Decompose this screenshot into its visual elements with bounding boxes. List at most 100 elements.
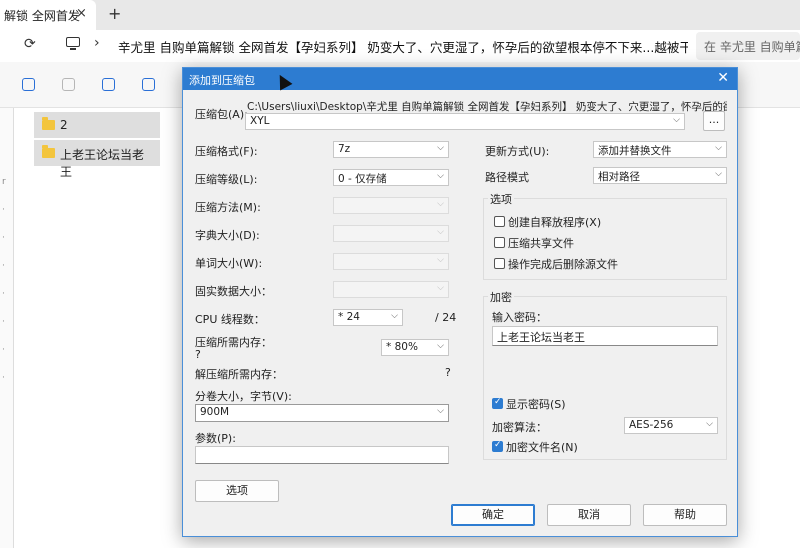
solid-select[interactable]: ⌵: [333, 281, 449, 298]
chevron-down-icon: ⌵: [437, 199, 444, 209]
chevron-down-icon: ⌵: [715, 169, 722, 179]
shared-label: 压缩共享文件: [508, 237, 574, 250]
decomp-value: ?: [445, 366, 451, 379]
encrypt-names-checkbox[interactable]: [492, 440, 503, 452]
method-label: 压缩方法(M):: [195, 201, 261, 214]
password-input[interactable]: 上老王论坛当老王: [492, 326, 718, 346]
algo-select[interactable]: AES-256 ⌵: [624, 417, 718, 434]
list-item[interactable]: 上老王论坛当老王: [34, 140, 160, 179]
params-input[interactable]: [195, 446, 449, 464]
show-password-label: 显示密码(S): [506, 398, 566, 411]
dialog-titlebar[interactable]: 添加到压缩包 ✕: [183, 68, 737, 90]
cpu-total: / 24: [435, 311, 457, 324]
chevron-down-icon: ⌵: [437, 227, 444, 237]
show-password-checkbox[interactable]: [492, 397, 503, 409]
algo-label: 加密算法：: [492, 421, 547, 434]
format-value: 7z: [338, 143, 351, 155]
browse-button[interactable]: ...: [703, 111, 725, 131]
new-tab-button[interactable]: +: [108, 4, 121, 23]
options-group: 选项 创建自释放程序(X) 压缩共享文件 操作完成后删除源文件: [483, 191, 727, 280]
chevron-down-icon: ⌵: [437, 406, 444, 416]
path-label: 路径模式: [485, 171, 529, 184]
list-item[interactable]: 2: [34, 112, 160, 138]
refresh-icon[interactable]: ⟳: [24, 36, 36, 52]
update-label: 更新方式(U):: [485, 145, 550, 158]
method-select[interactable]: ⌵: [333, 197, 449, 214]
monitor-icon[interactable]: [66, 37, 80, 50]
mem-question: ?: [195, 348, 201, 361]
archive-name-value: XYL: [250, 115, 270, 127]
encrypt-names-label: 加密文件名(N): [506, 441, 578, 454]
file-name: 2: [60, 118, 68, 132]
cpu-value: * 24: [338, 311, 360, 323]
add-to-archive-dialog: 添加到压缩包 ✕ 压缩包(A): C:\Users\liuxi\Desktop\…: [182, 67, 738, 537]
solid-label: 固实数据大小：: [195, 285, 272, 298]
ok-button[interactable]: 确定: [451, 504, 535, 526]
level-label: 压缩等级(L):: [195, 173, 258, 186]
archive-label: 压缩包(A):: [195, 108, 248, 121]
mem-label: 压缩所需内存：: [195, 336, 272, 349]
chevron-down-icon: ⌵: [437, 171, 444, 181]
split-value: 900M: [200, 406, 230, 418]
rename-icon[interactable]: [102, 78, 115, 91]
tab-bar: 解锁 全网首发 × +: [0, 0, 800, 30]
options-button[interactable]: 选项: [195, 480, 279, 502]
split-select[interactable]: 900M ⌵: [195, 404, 449, 422]
share-icon[interactable]: [142, 78, 155, 91]
address-text[interactable]: 辛尤里 自购单篇解锁 全网首发【孕妇系列】 奶变大了、穴更湿了，怀孕后的欲望根本…: [118, 37, 688, 56]
mem-select[interactable]: * 80% ⌵: [381, 339, 449, 356]
path-select[interactable]: 相对路径 ⌵: [593, 167, 727, 184]
path-value: 相对路径: [598, 171, 640, 183]
mem-value: * 80%: [386, 341, 418, 353]
copy-icon[interactable]: [22, 78, 35, 91]
word-label: 单词大小(W):: [195, 257, 263, 270]
params-label: 参数(P):: [195, 432, 236, 445]
level-select[interactable]: 0 - 仅存储 ⌵: [333, 169, 449, 186]
delete-label: 操作完成后删除源文件: [508, 258, 618, 271]
archive-path: C:\Users\liuxi\Desktop\辛尤里 自购单篇解锁 全网首发【孕…: [247, 101, 727, 113]
chevron-down-icon: ⌵: [437, 341, 444, 351]
options-group-title: 选项: [488, 191, 514, 207]
update-select[interactable]: 添加并替换文件 ⌵: [593, 141, 727, 158]
algo-value: AES-256: [629, 419, 674, 431]
encryption-group-title: 加密: [488, 289, 514, 305]
file-name: 上老王论坛当老王: [60, 148, 145, 179]
chevron-down-icon: ⌵: [706, 419, 713, 429]
paste-icon[interactable]: [62, 78, 75, 91]
chevron-right-icon: ›: [94, 35, 100, 51]
close-tab-icon[interactable]: ×: [76, 6, 87, 21]
cancel-button[interactable]: 取消: [547, 504, 631, 526]
archive-name-input[interactable]: XYL ⌵: [245, 113, 685, 130]
cpu-label: CPU 线程数：: [195, 313, 265, 326]
help-button[interactable]: 帮助: [643, 504, 727, 526]
shared-checkbox[interactable]: [494, 237, 505, 248]
split-label: 分卷大小，字节(V):: [195, 390, 292, 403]
update-value: 添加并替换文件: [598, 145, 672, 157]
chevron-down-icon: ⌵: [715, 143, 722, 153]
search-box[interactable]: 在 辛尤里 自购单篇解锁: [696, 32, 800, 60]
close-icon[interactable]: ✕: [717, 70, 729, 86]
sfx-label: 创建自释放程序(X): [508, 216, 602, 229]
encryption-group: 加密 输入密码： 上老王论坛当老王 显示密码(S) 加密算法： AES-256 …: [483, 289, 727, 460]
password-label: 输入密码：: [492, 311, 547, 324]
sfx-checkbox[interactable]: [494, 216, 505, 227]
cpu-select[interactable]: * 24 ⌵: [333, 309, 403, 326]
delete-checkbox[interactable]: [494, 258, 505, 269]
dict-select[interactable]: ⌵: [333, 225, 449, 242]
folder-icon: [42, 145, 55, 158]
address-bar: ⟳ › 辛尤里 自购单篇解锁 全网首发【孕妇系列】 奶变大了、穴更湿了，怀孕后的…: [0, 30, 800, 62]
chevron-down-icon: ⌵: [437, 255, 444, 265]
decomp-label: 解压缩所需内存：: [195, 368, 283, 381]
format-label: 压缩格式(F):: [195, 145, 258, 158]
tab-title: 解锁 全网首发: [4, 9, 80, 23]
chevron-down-icon: ⌵: [437, 283, 444, 293]
dialog-title: 添加到压缩包: [189, 74, 255, 87]
format-select[interactable]: 7z ⌵: [333, 141, 449, 158]
chevron-down-icon: ⌵: [391, 311, 398, 321]
dict-label: 字典大小(D):: [195, 229, 260, 242]
word-select[interactable]: ⌵: [333, 253, 449, 270]
chevron-down-icon: ⌵: [673, 115, 680, 125]
navigation-pane: r · · · · · · ·: [0, 108, 14, 548]
browser-tab[interactable]: 解锁 全网首发 ×: [0, 0, 96, 30]
password-value: 上老王论坛当老王: [497, 331, 585, 344]
